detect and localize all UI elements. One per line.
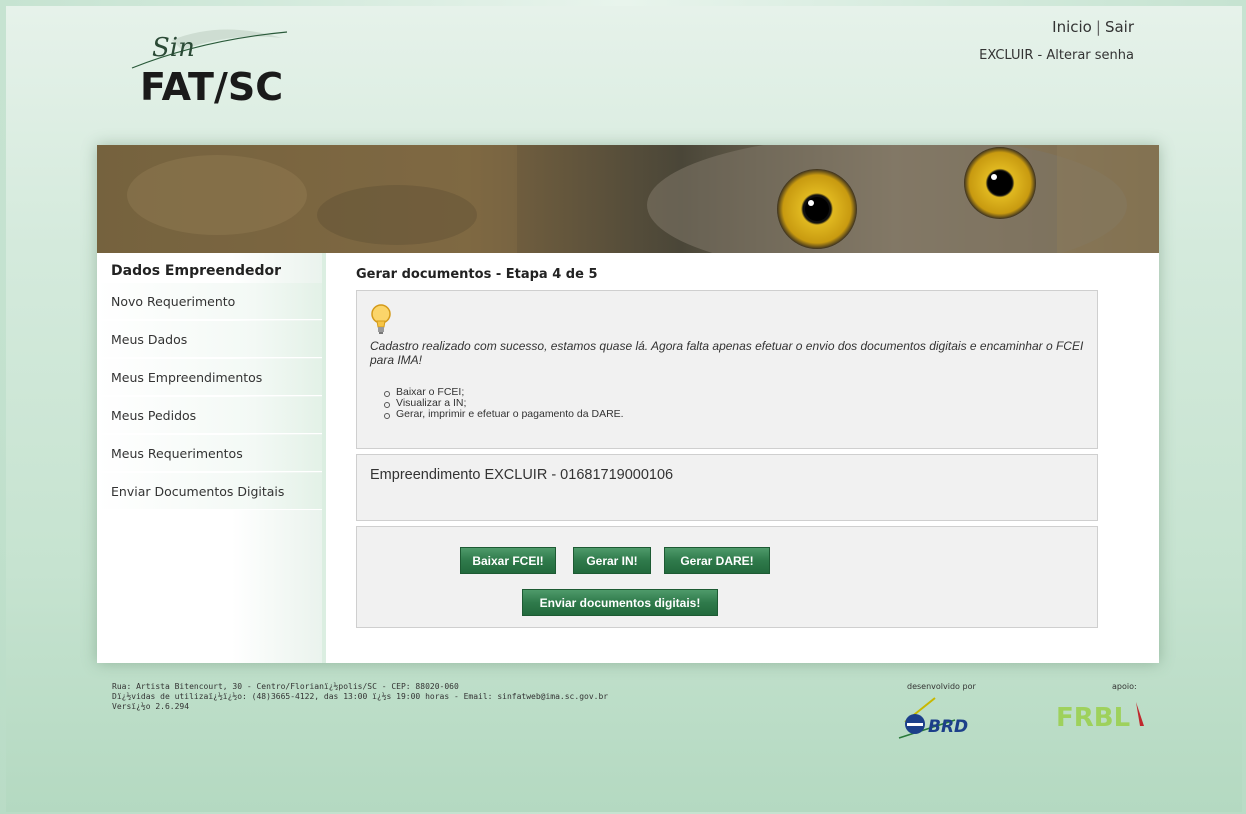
page-title: Gerar documentos - Etapa 4 de 5: [356, 267, 598, 282]
list-item: Gerar, imprimir e efetuar o pagamento da…: [384, 409, 1084, 420]
developed-by-label: desenvolvido por: [907, 682, 976, 691]
frbl-logo[interactable]: FRBL: [1048, 692, 1148, 733]
sidebar-title: Dados Empreendedor: [111, 263, 282, 279]
sidebar-item-meus-empreendimentos[interactable]: Meus Empreendimentos: [97, 359, 322, 396]
footer-line-address: Rua: Artista Bitencourt, 30 - Centro/Flo…: [112, 682, 459, 691]
main-content: Gerar documentos - Etapa 4 de 5 Cadastro…: [356, 253, 1116, 663]
separator: |: [1095, 18, 1101, 36]
dash: -: [1037, 48, 1043, 63]
sidebar-item-meus-dados[interactable]: Meus Dados: [97, 321, 322, 358]
sinfat-logo[interactable]: Sin FAT/SC: [112, 20, 292, 110]
empreendimento-panel: Empreendimento EXCLUIR - 01681719000106: [356, 454, 1098, 521]
info-panel: Cadastro realizado com sucesso, estamos …: [356, 290, 1098, 449]
footer-address: Rua: Artista Bitencourt, 30 - Centro/Flo…: [112, 682, 608, 712]
logo-text: FAT/SC: [140, 65, 283, 109]
footer-line-version: Versï¿½o 2.6.294: [112, 702, 190, 711]
lightbulb-icon: [370, 303, 392, 335]
footer-line-contact: Dï¿½vidas de utilizaï¿½ï¿½o: (48)3665-41…: [112, 692, 609, 701]
actions-panel: Baixar FCEI! Gerar IN! Gerar DARE! Envia…: [356, 526, 1098, 628]
owl-banner: [97, 145, 1159, 253]
brd-logo-text: BRD: [928, 717, 968, 737]
sair-link[interactable]: Sair: [1105, 18, 1134, 36]
logo-script: Sin: [152, 33, 195, 63]
success-message: Cadastro realizado com sucesso, estamos …: [370, 339, 1084, 367]
apoio-label: apoio:: [1112, 682, 1137, 691]
brd-logo[interactable]: BRD: [895, 692, 987, 742]
frbl-logo-text: FRBL: [1056, 703, 1130, 732]
baixar-fcei-button[interactable]: Baixar FCEI!: [460, 547, 556, 574]
top-links: Inicio | Sair EXCLUIR - Alterar senha: [979, 18, 1134, 63]
enviar-documentos-button[interactable]: Enviar documentos digitais!: [522, 589, 718, 616]
sidebar-item-enviar-documentos[interactable]: Enviar Documentos Digitais: [97, 473, 322, 510]
content-box: Dados Empreendedor Novo Requerimento Meu…: [97, 145, 1159, 663]
gerar-dare-button[interactable]: Gerar DARE!: [664, 547, 770, 574]
sidebar: Dados Empreendedor Novo Requerimento Meu…: [97, 253, 326, 663]
gerar-in-button[interactable]: Gerar IN!: [573, 547, 651, 574]
sidebar-item-meus-pedidos[interactable]: Meus Pedidos: [97, 397, 322, 434]
list-item: Baixar o FCEI;: [384, 387, 1084, 398]
user-name: EXCLUIR: [979, 48, 1034, 63]
alterar-senha-link[interactable]: Alterar senha: [1046, 48, 1134, 63]
sidebar-item-novo-requerimento[interactable]: Novo Requerimento: [97, 283, 322, 320]
sidebar-item-meus-requerimentos[interactable]: Meus Requerimentos: [97, 435, 322, 472]
inicio-link[interactable]: Inicio: [1052, 18, 1092, 36]
steps-list: Baixar o FCEI; Visualizar a IN; Gerar, i…: [384, 387, 1084, 420]
empreendimento-label: Empreendimento EXCLUIR - 01681719000106: [370, 467, 674, 483]
